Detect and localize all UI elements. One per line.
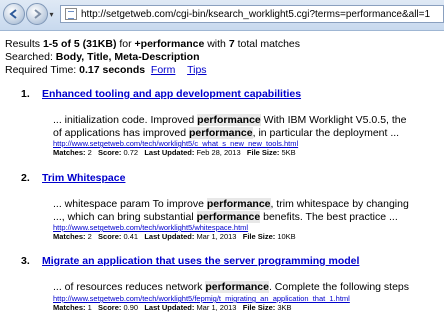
result-number: 2. [21,172,30,184]
back-arrow-icon [9,9,17,19]
result-url[interactable]: http://www.setgetweb.com/tech/worklight5… [53,223,248,232]
result-number: 3. [21,255,30,267]
result-title-link[interactable]: Migrate an application that uses the ser… [42,255,359,267]
result-snippet: ... whitespace param To improve performa… [53,198,409,223]
result-title-row: 2. Trim Whitespace [21,172,125,184]
back-button[interactable] [3,3,25,25]
result-meta: Matches: 2 Score: 0.41 Last Updated: Mar… [53,232,296,241]
result-title-row: 1. Enhanced tooling and app development c… [21,88,301,100]
results-summary: Results 1-5 of 5 (31KB) for +performance… [5,38,444,77]
address-bar[interactable]: http://setgetweb.com/cgi-bin/ksearch_wor… [60,5,444,23]
tips-link[interactable]: Tips [187,64,206,76]
results-range: 1-5 of 5 (31KB) [42,38,117,50]
search-term: +performance [134,38,205,50]
search-results-page: Results 1-5 of 5 (31KB) for +performance… [5,38,444,77]
result-title-link[interactable]: Trim Whitespace [42,172,125,184]
results-count-line: Results 1-5 of 5 (31KB) for +performance… [5,38,301,50]
result-snippet: ... of resources reduces network perform… [53,281,410,293]
form-link[interactable]: Form [151,64,176,76]
forward-button[interactable] [26,3,48,25]
required-time: 0.17 seconds [79,64,146,76]
result-meta: Matches: 2 Score: 0.72 Last Updated: Feb… [53,148,296,157]
history-dropdown-icon[interactable]: ▾ [47,10,56,19]
result-title-row: 3. Migrate an application that uses the s… [21,255,359,267]
result-number: 1. [21,88,30,100]
result-url[interactable]: http://www.setgetweb.com/tech/worklight5… [53,139,298,148]
address-url[interactable]: http://setgetweb.com/cgi-bin/ksearch_wor… [81,9,430,20]
searched-fields-line: Searched: Body, Title, Meta-Description [5,51,200,63]
page-icon [65,8,77,20]
result-snippet: ... initialization code. Improved perfor… [53,114,407,139]
forward-arrow-icon [34,9,42,19]
result-url[interactable]: http://www.setgetweb.com/tech/worklight5… [53,294,350,303]
required-time-line: Required Time: 0.17 seconds Form Tips [5,64,207,76]
browser-toolbar: ▾ http://setgetweb.com/cgi-bin/ksearch_w… [0,0,444,31]
result-title-link[interactable]: Enhanced tooling and app development cap… [42,88,301,100]
result-meta: Matches: 1 Score: 0.90 Last Updated: Mar… [53,303,292,312]
